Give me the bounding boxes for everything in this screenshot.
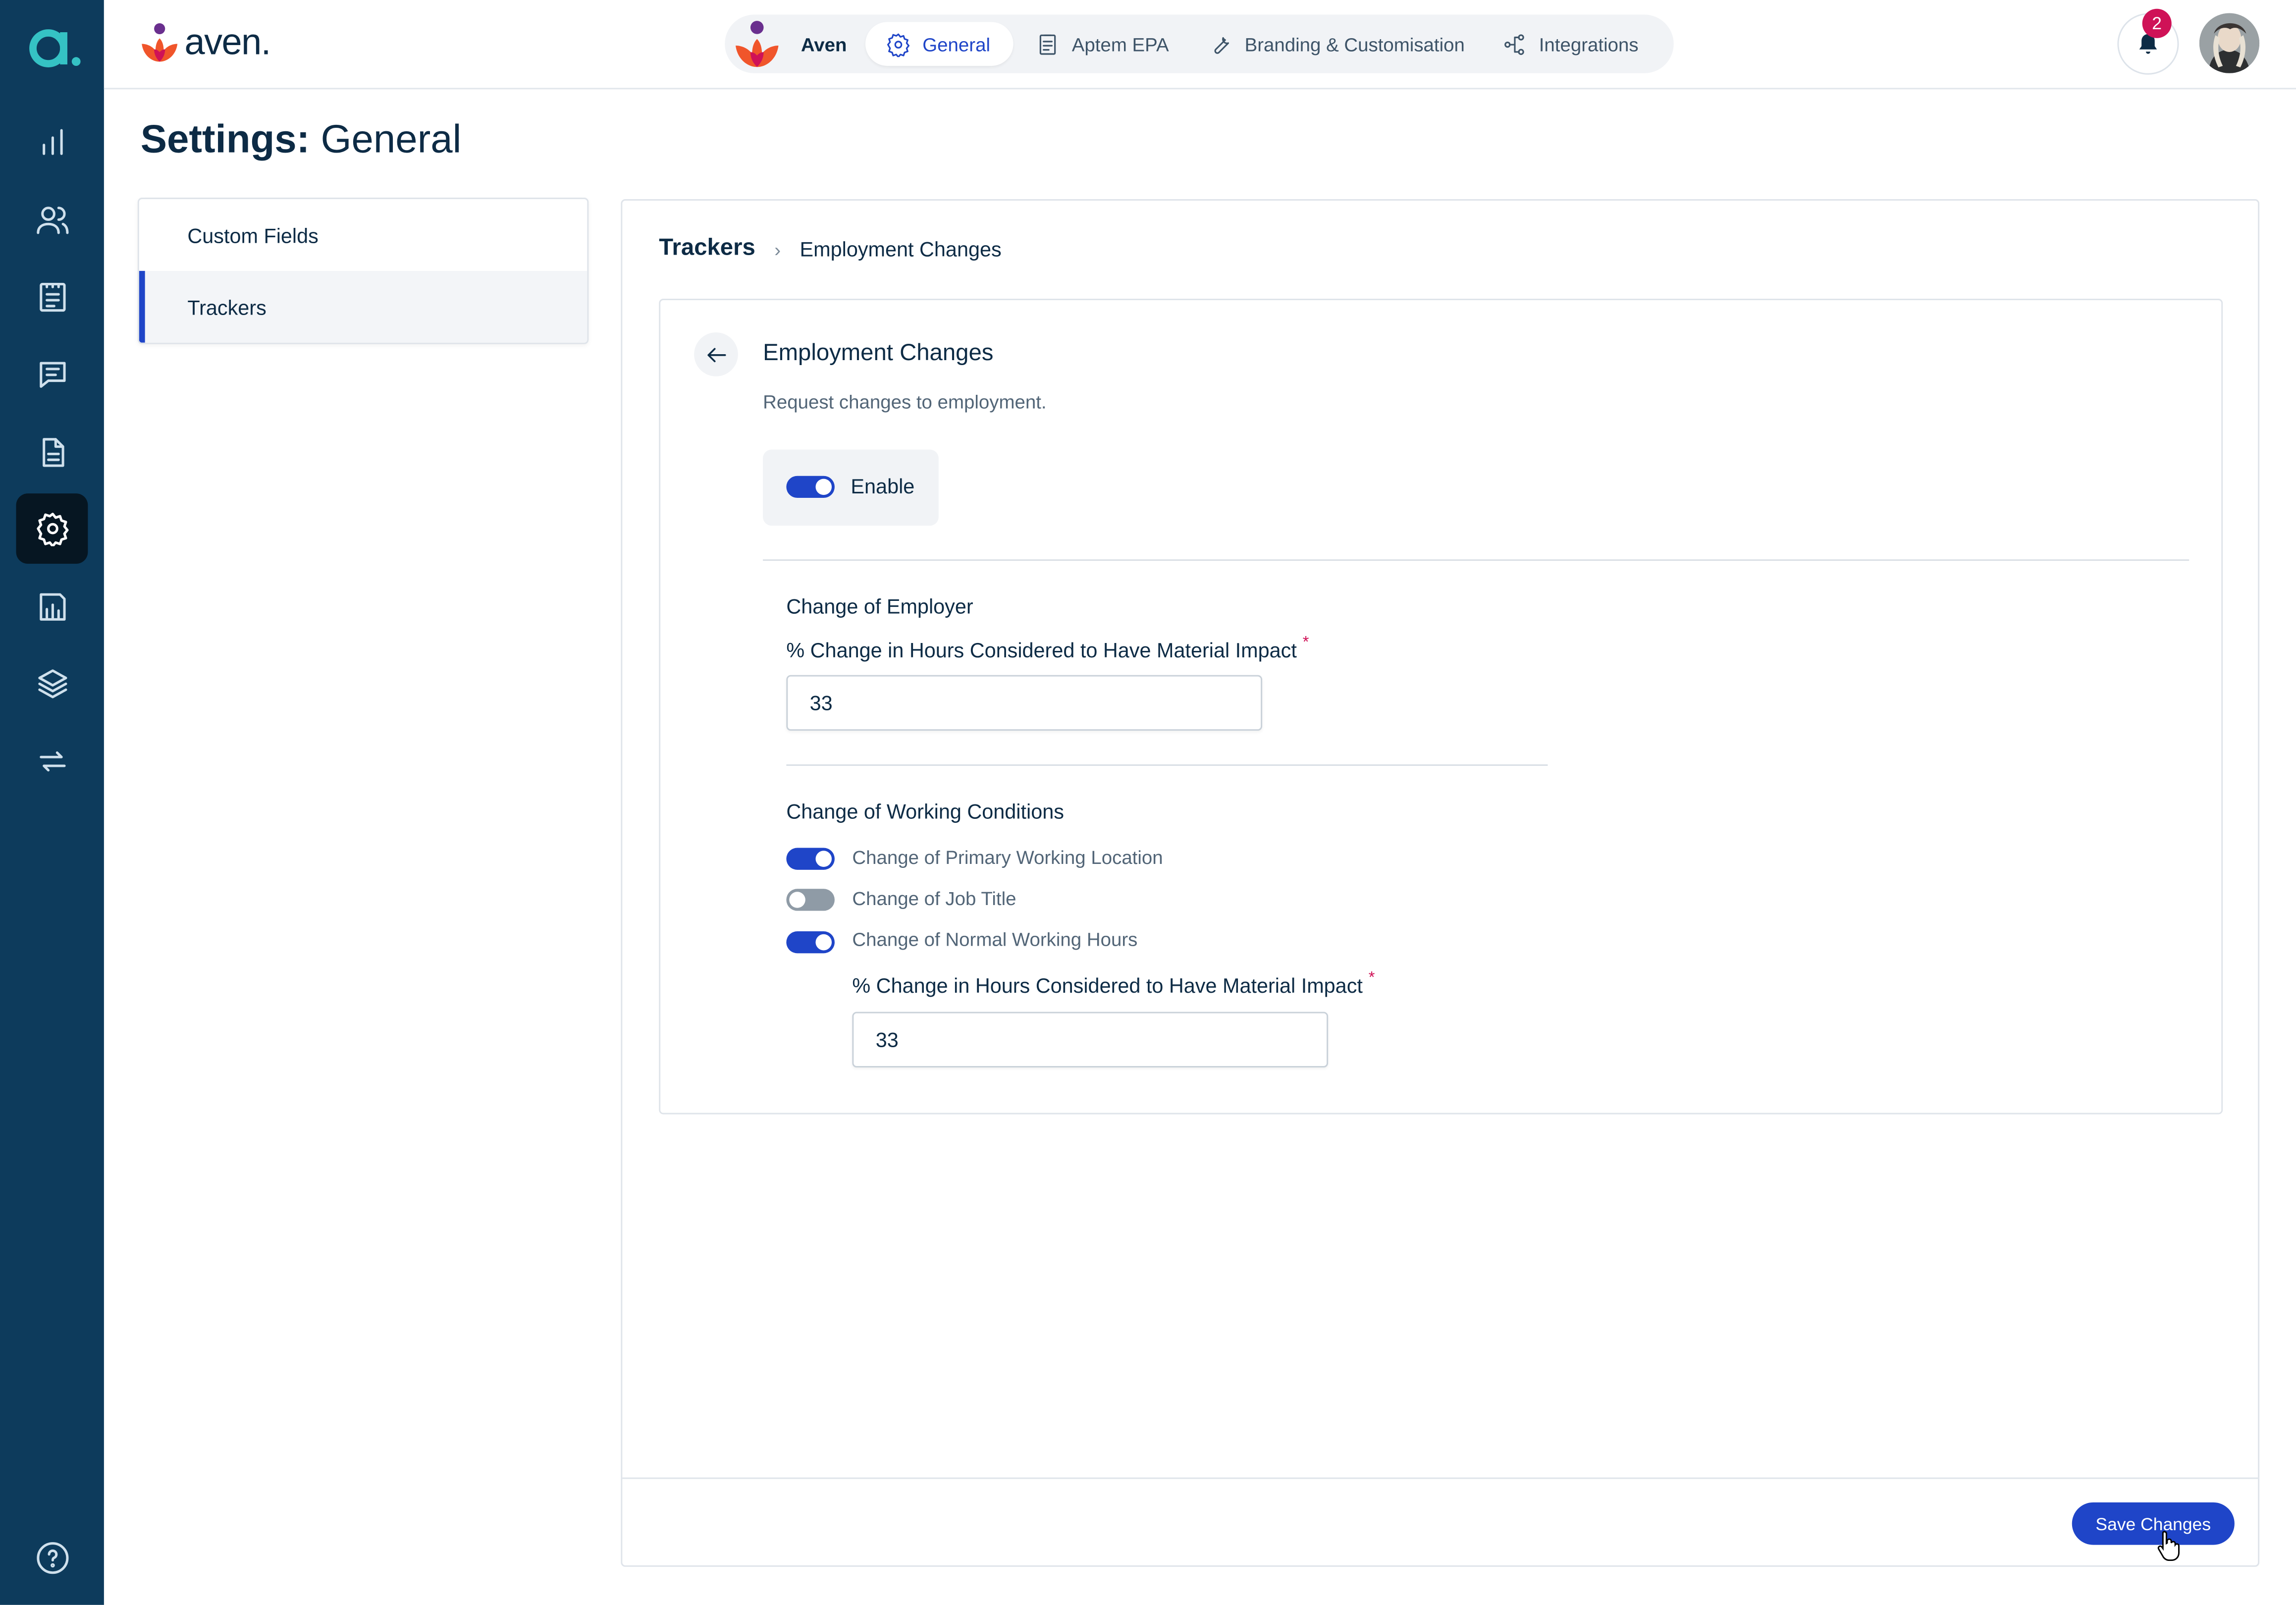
- rail-item-users[interactable]: [16, 184, 88, 255]
- lotus-logo-icon: [142, 23, 178, 62]
- tracker-card: Employment Changes Request changes to em…: [659, 299, 2223, 1115]
- notification-badge: 2: [2142, 8, 2172, 38]
- app-logo[interactable]: [25, 20, 83, 73]
- integrations-icon: [1504, 33, 1524, 54]
- users-icon: [36, 207, 68, 234]
- brand-wordmark: aven.: [184, 21, 271, 62]
- lotus-logo-icon: [736, 21, 779, 67]
- employer-hours-label: % Change in Hours Considered to Have Mat…: [786, 634, 1309, 662]
- bar-chart-icon: [42, 129, 62, 155]
- rail-item-messages[interactable]: [16, 340, 88, 410]
- enable-toggle-group: Enable: [763, 449, 939, 526]
- hand-cursor-icon: [2157, 1531, 2180, 1561]
- back-button[interactable]: [694, 332, 738, 376]
- chevron-right-icon: ›: [774, 238, 781, 260]
- tab-aptem-epa-label: Aptem EPA: [1071, 33, 1169, 55]
- footer-divider: [622, 1477, 2258, 1479]
- org-switcher[interactable]: Aven: [731, 17, 847, 70]
- arrow-left-icon: [706, 347, 726, 362]
- wrench-icon: [1214, 36, 1229, 54]
- tracker-panel: Trackers › Employment Changes Employment…: [621, 199, 2260, 1567]
- tab-integrations-label: Integrations: [1539, 33, 1639, 55]
- clipboard-icon: [39, 282, 65, 312]
- document-icon: [42, 438, 64, 467]
- message-icon: [39, 362, 65, 388]
- page-title-section: General: [320, 117, 462, 161]
- option-primary-location-label: Change of Primary Working Location: [852, 846, 1163, 868]
- conditions-hours-label-text: % Change in Hours Considered to Have Mat…: [852, 973, 1363, 998]
- rail-item-settings[interactable]: [16, 493, 88, 564]
- page-title: Settings: General: [141, 117, 462, 162]
- app-window: aven. Aven General Aptem EPA Branding & …: [0, 0, 2296, 1605]
- breadcrumb-current: Employment Changes: [800, 237, 1002, 261]
- tracker-title: Employment Changes: [763, 341, 994, 366]
- employer-hours-input[interactable]: [786, 675, 1263, 731]
- option-normal-hours-label: Change of Normal Working Hours: [852, 928, 1138, 951]
- tab-general[interactable]: General: [865, 22, 1014, 66]
- enable-label: Enable: [851, 474, 915, 498]
- clipboard-icon: [1039, 34, 1056, 54]
- employer-hours-label-text: % Change in Hours Considered to Have Mat…: [786, 638, 1297, 662]
- enable-toggle[interactable]: [786, 476, 835, 498]
- section-divider: [786, 764, 1548, 766]
- gear-icon: [887, 33, 910, 56]
- toggle-job-title[interactable]: [786, 889, 835, 911]
- option-job-title-label: Change of Job Title: [852, 887, 1016, 910]
- rail-item-reports[interactable]: [16, 571, 88, 642]
- brand-logo[interactable]: aven.: [138, 20, 271, 64]
- report-icon: [39, 593, 65, 621]
- sync-icon: [39, 751, 65, 772]
- left-rail: [0, 0, 104, 1605]
- page-title-prefix: Settings:: [140, 117, 310, 161]
- conditions-hours-label: % Change in Hours Considered to Have Mat…: [852, 969, 1375, 998]
- help-icon: [36, 1542, 68, 1574]
- subnav-item-trackers[interactable]: Trackers: [139, 270, 587, 343]
- breadcrumb-trackers-link[interactable]: Trackers: [659, 236, 755, 262]
- required-mark: *: [1368, 969, 1375, 987]
- tab-aptem-epa[interactable]: Aptem EPA: [1035, 22, 1169, 66]
- avatar[interactable]: [2199, 13, 2260, 73]
- subnav-item-custom-fields[interactable]: Custom Fields: [139, 199, 587, 271]
- toggle-primary-location[interactable]: [786, 848, 835, 870]
- org-name: Aven: [801, 33, 847, 55]
- breadcrumb: Trackers › Employment Changes: [659, 236, 1002, 262]
- tab-branding[interactable]: Branding & Customisation: [1208, 22, 1465, 66]
- user-photo: [2199, 13, 2260, 73]
- save-changes-button[interactable]: Save Changes: [2072, 1502, 2235, 1545]
- employer-section-title: Change of Employer: [786, 594, 973, 618]
- rail-item-documents[interactable]: [16, 417, 88, 487]
- required-mark: *: [1302, 634, 1309, 652]
- section-divider: [763, 559, 2189, 561]
- toggle-normal-hours[interactable]: [786, 931, 835, 954]
- conditions-hours-input[interactable]: [852, 1012, 1329, 1068]
- subnav-item-label: Custom Fields: [187, 223, 319, 247]
- layers-icon: [37, 669, 67, 698]
- gear-icon: [36, 513, 68, 546]
- settings-subnav: Custom Fields Trackers: [137, 198, 589, 344]
- rail-item-help[interactable]: [16, 1523, 88, 1593]
- tab-integrations[interactable]: Integrations: [1502, 22, 1639, 66]
- tracker-description: Request changes to employment.: [763, 391, 1047, 413]
- tab-general-label: General: [922, 33, 990, 55]
- rail-item-sync[interactable]: [16, 726, 88, 797]
- top-bar: aven. Aven General Aptem EPA Branding & …: [104, 0, 2296, 90]
- rail-item-dashboard[interactable]: [16, 107, 88, 177]
- settings-nav: Aven General Aptem EPA Branding & Custom…: [725, 14, 1674, 73]
- conditions-section-title: Change of Working Conditions: [786, 799, 1064, 823]
- tab-branding-label: Branding & Customisation: [1244, 33, 1465, 55]
- rail-item-layers[interactable]: [16, 649, 88, 719]
- rail-item-clipboard[interactable]: [16, 262, 88, 332]
- subnav-item-label: Trackers: [187, 295, 267, 319]
